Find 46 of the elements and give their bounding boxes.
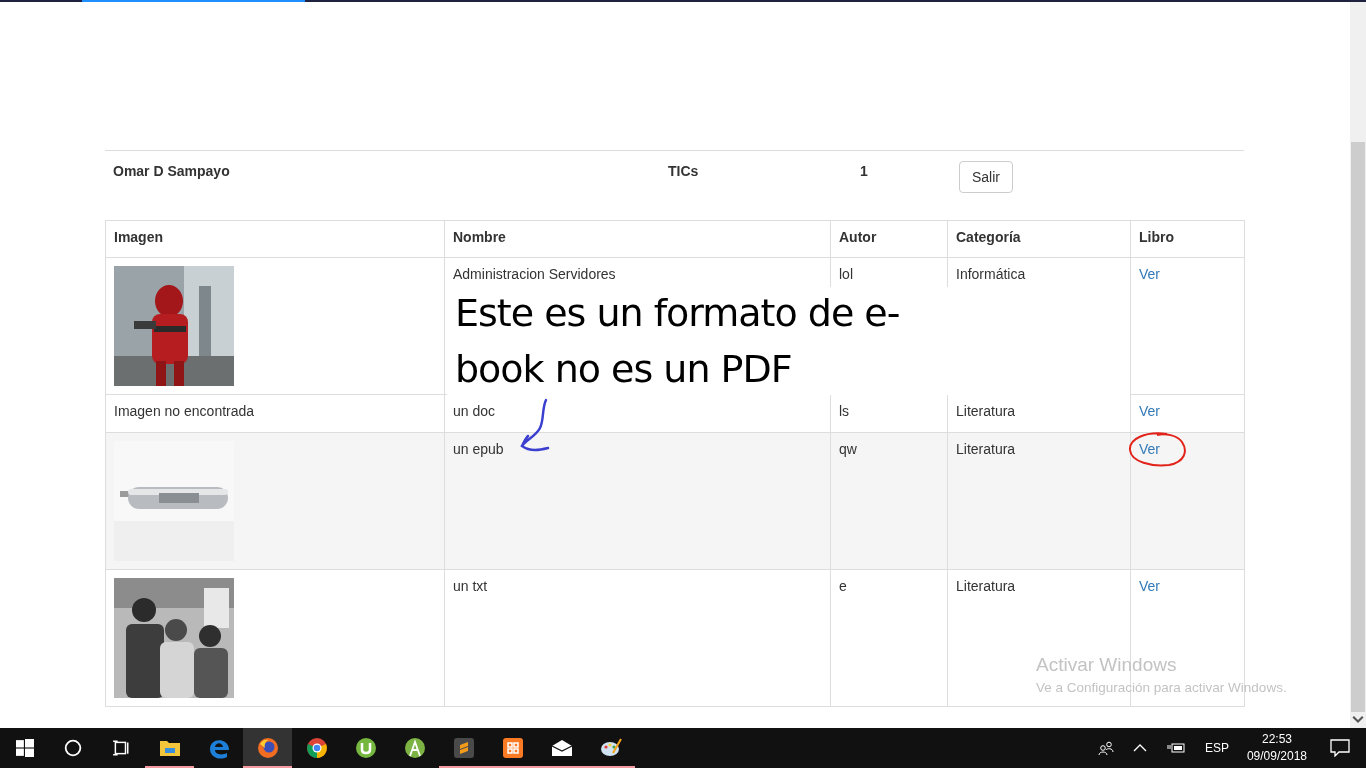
search-icon[interactable] — [64, 739, 82, 757]
view-link[interactable]: Ver — [1139, 441, 1160, 457]
area-label: TICs — [668, 163, 700, 179]
book-category: Informática — [956, 266, 1026, 282]
activation-title: Activar Windows — [1036, 654, 1178, 676]
column-header: Imagen — [105, 220, 445, 258]
book-category: Literatura — [956, 578, 1016, 594]
notification-icon[interactable] — [1330, 739, 1350, 757]
count-label: 1 — [860, 163, 869, 179]
book-author: lol — [839, 266, 853, 282]
app-icon — [451, 736, 476, 760]
app-icon — [304, 736, 329, 760]
logout-button[interactable]: Salir — [959, 161, 1013, 193]
book-author: e — [839, 578, 847, 594]
app-icon — [255, 736, 280, 760]
book-author: ls — [839, 403, 850, 419]
book-category: Literatura — [956, 403, 1016, 419]
annotation-text: Este es un formato de e-book no es un PDF — [455, 290, 901, 393]
book-author: qw — [839, 441, 857, 457]
book-category: Literatura — [956, 441, 1016, 457]
app-icon — [402, 736, 427, 760]
people-icon[interactable] — [1097, 740, 1114, 756]
task-view-icon[interactable] — [112, 739, 130, 757]
column-header: Libro — [1130, 220, 1245, 258]
clock-time[interactable]: 22:53 — [1261, 731, 1292, 748]
book-name: Administracion Servidores — [453, 266, 616, 282]
scrollbar[interactable] — [1350, 2, 1366, 728]
language-indicator[interactable]: ESP — [1204, 741, 1229, 755]
user-name: Omar D Sampayo — [113, 163, 231, 179]
view-link[interactable]: Ver — [1139, 266, 1160, 282]
taskbar-app[interactable] — [243, 728, 292, 768]
view-link[interactable]: Ver — [1139, 578, 1160, 594]
column-header: Nombre — [444, 220, 831, 258]
book-name: un doc — [453, 403, 496, 419]
view-link[interactable]: Ver — [1139, 403, 1160, 419]
battery-icon[interactable] — [1165, 740, 1186, 756]
column-header: Autor — [830, 220, 948, 258]
book-name: un txt — [453, 578, 488, 594]
windows-start-icon[interactable] — [16, 739, 34, 757]
book-name: un epub — [453, 441, 504, 457]
app-icon — [353, 736, 378, 760]
activation-message: Ve a Configuración para activar Windows. — [1036, 680, 1287, 695]
clock-date[interactable]: 09/09/2018 — [1246, 748, 1307, 765]
column-header: Categoría — [947, 220, 1131, 258]
missing-image-text: Imagen no encontrada — [114, 403, 255, 419]
app-icon — [500, 736, 525, 760]
